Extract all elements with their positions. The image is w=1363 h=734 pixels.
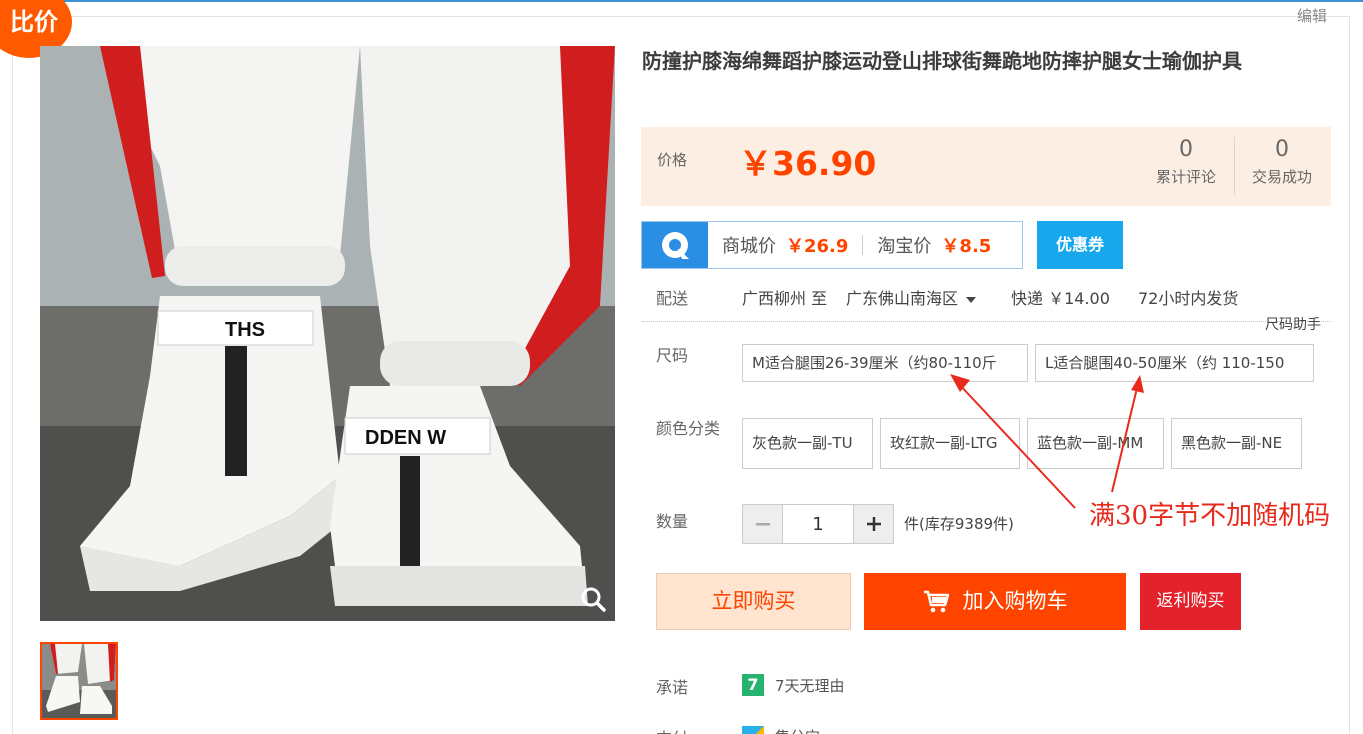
reviews-label: 累计评论: [1155, 168, 1216, 186]
reviews-count: 0: [1179, 137, 1193, 162]
quantity-label: 数量: [656, 512, 689, 531]
taobao-price-label: 淘宝价: [877, 236, 932, 257]
main-product-image[interactable]: THS DDEN W: [40, 46, 615, 621]
color-option-rose[interactable]: 玫红款一副-LTG: [880, 418, 1020, 469]
reviews-stat[interactable]: 0 累计评论: [1138, 135, 1234, 189]
svg-text:DDEN W: DDEN W: [365, 427, 446, 449]
add-to-cart-label: 加入购物车: [962, 589, 1068, 613]
compare-divider: [862, 235, 864, 255]
decrease-button[interactable]: [743, 505, 782, 543]
increase-button[interactable]: [854, 505, 893, 543]
price-label: 价格: [657, 151, 688, 169]
taobao-price-value: ￥8.5: [941, 236, 992, 257]
shipping-destination-select[interactable]: 广东佛山南海区: [846, 285, 977, 309]
color-option-blue[interactable]: 蓝色款一副-MM: [1027, 418, 1164, 469]
rebate-buy-button[interactable]: 返利购买: [1140, 573, 1241, 630]
chevron-down-icon: [966, 296, 977, 303]
payment-label: 支付: [656, 725, 688, 734]
price-value: ￥36.90: [739, 144, 877, 183]
shoes-photo-illustration: THS DDEN W: [40, 46, 615, 621]
size-helper-link[interactable]: 尺码助手: [1265, 314, 1321, 334]
color-option-gray[interactable]: 灰色款一副-TU: [742, 418, 873, 469]
mall-price: 商城价 ￥26.9: [722, 232, 848, 258]
mall-price-label: 商城价: [722, 236, 776, 257]
shipping-from: 广西柳州 至: [742, 289, 828, 308]
dotted-divider: [642, 321, 1332, 322]
edit-link[interactable]: 编辑: [1297, 5, 1327, 26]
thumbnail-image: [42, 644, 116, 718]
payment-icon: [742, 726, 764, 734]
promise-label: 承诺: [656, 678, 689, 697]
taobao-price: 淘宝价 ￥8.5: [877, 232, 991, 258]
dispatch-time: 72小时内发货: [1138, 289, 1239, 308]
add-to-cart-button[interactable]: 加入购物车: [864, 573, 1126, 630]
cart-icon: [923, 590, 949, 612]
color-label: 颜色分类: [656, 419, 721, 438]
quantity-stepper: [742, 504, 894, 544]
coupon-button[interactable]: 优惠券: [1037, 221, 1123, 269]
plus-icon: [866, 517, 881, 531]
shipping-label: 配送: [656, 289, 689, 308]
quantity-input[interactable]: [782, 505, 854, 543]
annotation-note: 满30字节不加随机码: [1089, 501, 1331, 531]
size-option-l[interactable]: L适合腿围40-50厘米（约 110-150: [1035, 344, 1314, 382]
shipping-fee: 快递 ￥14.00: [1011, 289, 1110, 308]
size-label: 尺码: [656, 346, 689, 365]
payment-text: 集分宝: [775, 726, 820, 734]
zoom-icon[interactable]: [579, 585, 607, 613]
price-panel: 价格 ￥36.90 0 累计评论 0 交易成功: [641, 127, 1331, 206]
top-accent-line: [0, 0, 1363, 2]
product-title: 防撞护膝海绵舞蹈护膝运动登山排球街舞跪地防摔护腿女士瑜伽护具: [642, 49, 1242, 73]
stock-text: 件(库存9389件): [904, 515, 1014, 533]
trades-count: 0: [1275, 137, 1289, 162]
size-option-m[interactable]: M适合腿围26-39厘米（约80-110斤: [742, 344, 1028, 382]
seven-day-return-icon: 7: [742, 674, 764, 696]
price-compare-box[interactable]: 商城价 ￥26.9 淘宝价 ￥8.5: [641, 221, 1023, 269]
minus-icon: [755, 523, 770, 526]
compare-logo-icon: [642, 222, 708, 268]
trades-label: 交易成功: [1251, 168, 1312, 186]
svg-text:THS: THS: [225, 319, 265, 341]
trades-stat[interactable]: 0 交易成功: [1234, 135, 1330, 189]
buy-now-button[interactable]: 立即购买: [656, 573, 851, 630]
color-option-black[interactable]: 黑色款一副-NE: [1171, 418, 1302, 469]
promise-text[interactable]: 7天无理由: [775, 675, 845, 696]
shipping-destination: 广东佛山南海区: [846, 289, 959, 308]
product-thumbnail[interactable]: [40, 642, 118, 720]
mall-price-value: ￥26.9: [786, 236, 849, 257]
